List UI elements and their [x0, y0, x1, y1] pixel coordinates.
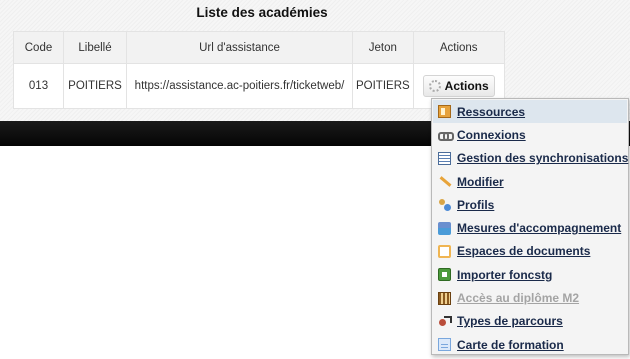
book-icon — [438, 105, 451, 119]
ledger-icon — [438, 291, 451, 305]
menu-item-connexions[interactable]: Connexions — [432, 123, 628, 146]
menu-item-gestion-synchronisations[interactable]: Gestion des synchronisations — [432, 147, 628, 170]
gear-icon — [428, 80, 441, 92]
menu-item-types-parcours[interactable]: Types de parcours — [432, 310, 628, 333]
menu-item-label: Importer foncstg — [457, 267, 553, 282]
column-header-code[interactable]: Code — [13, 31, 64, 64]
menu-item-mesures-accompagnement[interactable]: Mesures d'accompagnement — [432, 216, 628, 239]
table-icon — [438, 151, 451, 165]
menu-item-profils[interactable]: Profils — [432, 193, 628, 216]
pencil-icon — [438, 175, 451, 188]
menu-item-label: Espaces de documents — [457, 244, 591, 259]
menu-item-label: Connexions — [457, 127, 526, 142]
spreadsheet-import-icon — [438, 268, 451, 282]
column-header-actions: Actions — [412, 31, 505, 64]
cell-url: https://assistance.ac-poitiers.fr/ticket… — [126, 63, 353, 109]
menu-item-acces-diplome-m2: Accès au diplôme M2 — [432, 286, 628, 309]
users-icon — [438, 198, 451, 212]
cell-code: 013 — [13, 63, 64, 109]
menu-item-espaces-documents[interactable]: Espaces de documents — [432, 240, 628, 263]
actions-button-label: Actions — [444, 79, 489, 93]
menu-item-label: Carte de formation — [457, 337, 564, 352]
column-header-libelle[interactable]: Libellé — [63, 31, 127, 64]
menu-item-carte-formation[interactable]: Carte de formation — [432, 333, 628, 356]
menu-item-label: Profils — [457, 197, 495, 212]
route-icon — [438, 315, 452, 328]
menu-item-label: Types de parcours — [457, 314, 563, 329]
menu-item-label: Gestion des synchronisations — [457, 151, 629, 166]
chain-link-icon — [438, 128, 454, 142]
folder-icon — [438, 244, 451, 258]
actions-button[interactable]: Actions — [422, 75, 495, 97]
menu-item-label: Modifier — [457, 174, 504, 189]
menu-item-ressources[interactable]: Ressources — [433, 100, 627, 124]
menu-item-modifier[interactable]: Modifier — [432, 170, 628, 193]
column-header-jeton[interactable]: Jeton — [352, 31, 414, 64]
menu-item-label: Ressources — [457, 104, 526, 119]
cell-libelle: POITIERS — [63, 63, 127, 109]
page-title: Liste des académies — [196, 5, 328, 20]
actions-dropdown-menu: Ressources Connexions Gestion des synchr… — [431, 98, 629, 355]
column-header-url[interactable]: Url d'assistance — [126, 31, 353, 64]
monitor-icon — [438, 221, 451, 235]
menu-item-label: Accès au diplôme M2 — [457, 291, 580, 306]
document-icon — [438, 338, 451, 352]
menu-item-label: Mesures d'accompagnement — [457, 221, 622, 236]
menu-item-importer-foncstg[interactable]: Importer foncstg — [432, 263, 628, 286]
cell-jeton: POITIERS — [352, 63, 414, 109]
table-header-row: Code Libellé Url d'assistance Jeton Acti… — [13, 31, 505, 64]
